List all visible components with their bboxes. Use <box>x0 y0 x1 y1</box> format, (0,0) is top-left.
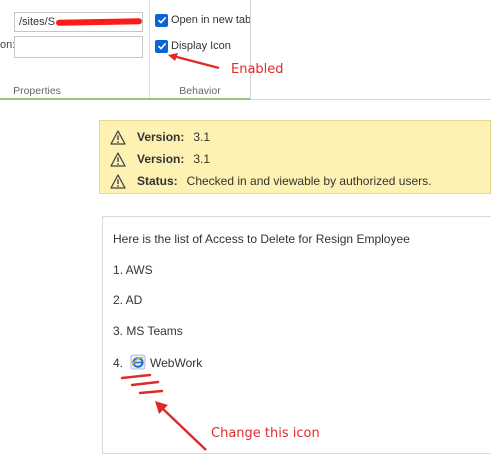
ribbon-panel: /sites/S on: Properties Open in new tab … <box>0 0 491 100</box>
enabled-annotation: Enabled <box>231 62 284 77</box>
warning-triangle-icon <box>110 151 126 167</box>
internet-explorer-icon[interactable] <box>130 354 146 370</box>
status-banner: Version: 3.1 Version: 3.1 Status: Checke… <box>99 120 491 194</box>
warning-triangle-icon <box>110 129 126 145</box>
change-icon-arrow-icon <box>155 401 207 451</box>
status-key: Version: <box>137 130 185 144</box>
status-key: Version: <box>137 152 185 166</box>
check-icon <box>157 16 166 24</box>
status-value: Checked in and viewable by authorized us… <box>186 174 432 188</box>
change-icon-annotation: Change this icon <box>211 426 320 441</box>
status-row: Version: 3.1 <box>110 128 210 146</box>
underline-scribble-icon <box>120 373 164 395</box>
group-divider <box>149 0 150 99</box>
list-item: 3. MS Teams <box>113 324 183 338</box>
webwork-link[interactable]: WebWork <box>150 356 202 370</box>
status-key: Status: <box>137 174 178 188</box>
list-item: 2. AD <box>113 293 143 307</box>
warning-triangle-icon <box>110 173 126 189</box>
status-row: Version: 3.1 <box>110 150 210 168</box>
list-item-number: 4. <box>113 356 124 370</box>
open-in-new-tab-option[interactable]: Open in new tab <box>155 12 251 28</box>
status-value: 3.1 <box>193 152 211 166</box>
status-row: Status: Checked in and viewable by autho… <box>110 172 431 190</box>
open-in-new-tab-checkbox[interactable] <box>155 13 168 27</box>
description-input[interactable] <box>14 36 143 58</box>
list-item: 4. WebWork <box>113 354 202 370</box>
description-label: on: <box>0 39 16 51</box>
ribbon-blank-area <box>250 0 491 99</box>
group-label-properties: Properties <box>13 85 61 97</box>
open-in-new-tab-label: Open in new tab <box>171 14 252 26</box>
group-label-behavior: Behavior <box>179 85 221 97</box>
list-item: 1. AWS <box>113 263 153 277</box>
enabled-arrow-icon <box>168 53 220 70</box>
url-input-value: /sites/S <box>19 16 56 28</box>
status-value: 3.1 <box>193 130 211 144</box>
content-intro: Here is the list of Access to Delete for… <box>113 232 410 246</box>
ribbon-accent-line <box>0 98 250 100</box>
